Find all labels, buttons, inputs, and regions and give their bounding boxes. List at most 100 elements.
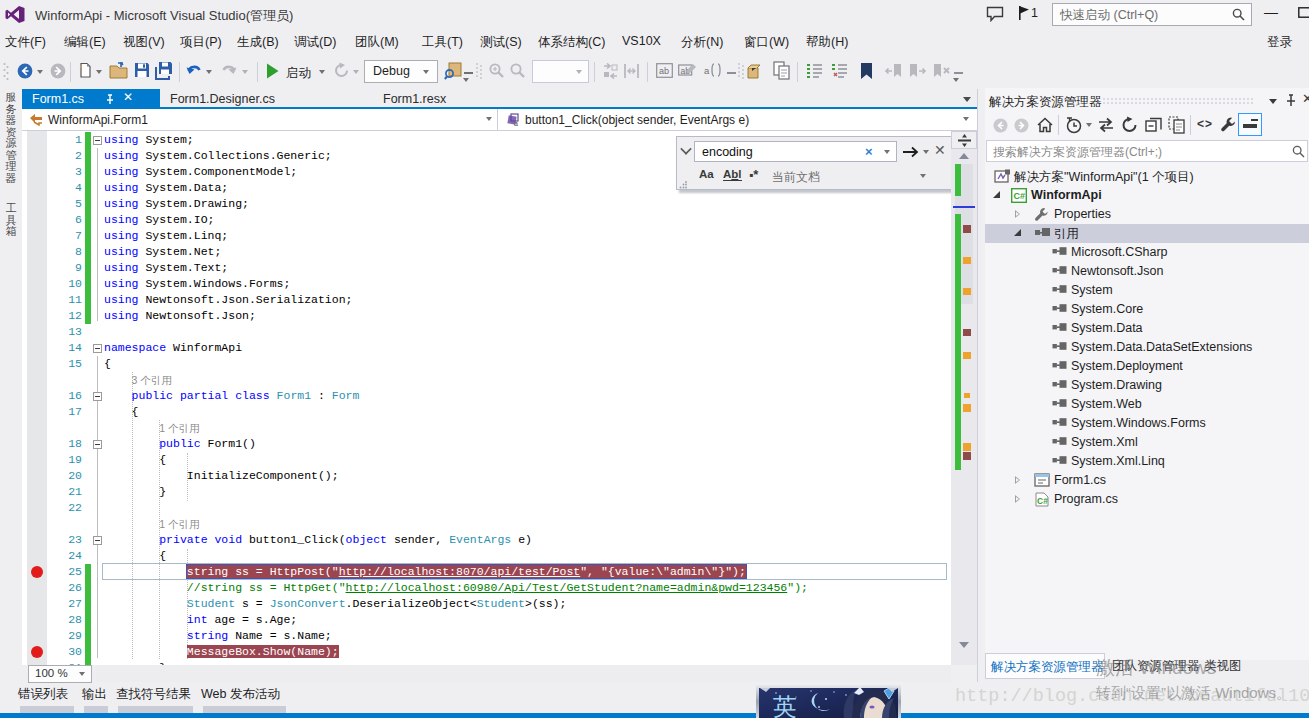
menu-item-1[interactable]: 文件(F) [5, 34, 46, 51]
bottom-tab-2[interactable]: 输出 [82, 686, 107, 703]
code-line-21[interactable]: 21 } [22, 484, 951, 500]
collapsed-arrow-icon[interactable] [1015, 495, 1020, 503]
nav-type-combo[interactable]: WinformApi.Form1 [48, 113, 148, 127]
tree-item-system-deployment[interactable]: System.Deployment [985, 357, 1309, 376]
code-line-30[interactable]: 30 MessageBox.Show(Name); [22, 644, 951, 660]
code-line-11[interactable]: 11using Newtonsoft.Json.Serialization; [22, 292, 951, 308]
menu-item-10[interactable]: 体系结构(C) [538, 34, 605, 51]
tree-item-winformapi[interactable]: C#WinformApi [985, 186, 1309, 205]
breakpoint-dot[interactable] [31, 646, 43, 658]
regex-toggle[interactable]: ▪* [749, 167, 758, 182]
minimize-button[interactable]: — [1264, 4, 1278, 20]
start-dropdown[interactable] [319, 70, 325, 74]
tree-item-system-data-datasetextensions[interactable]: System.Data.DataSetExtensions [985, 338, 1309, 357]
whole-word-toggle[interactable]: Abl [723, 168, 742, 181]
restart-dropdown[interactable] [353, 70, 359, 74]
menu-item-5[interactable]: 生成(B) [237, 34, 279, 51]
tree-item--[interactable]: 引用 [985, 224, 1309, 243]
solution-configurations-combo[interactable]: Debug [364, 60, 438, 83]
horizontal-scrollbar[interactable] [96, 665, 951, 682]
tree-item-system-data[interactable]: System.Data [985, 319, 1309, 338]
close-find-icon[interactable]: ✕ [934, 142, 946, 158]
code-line-16[interactable]: 16 public partial class Form1 : Form [22, 388, 951, 404]
start-debug-icon[interactable] [266, 63, 279, 79]
find-search-input[interactable]: encoding × [694, 141, 897, 162]
navigate-symbols-icon[interactable] [602, 63, 619, 79]
previous-bookmark-icon[interactable] [884, 63, 902, 79]
navigate-forward-icon[interactable] [50, 63, 66, 79]
code-line-13[interactable]: 13 [22, 324, 951, 340]
fold-collapse-box[interactable] [93, 440, 102, 449]
save-icon[interactable] [134, 62, 150, 78]
codelens-references[interactable]: 3 个引用 [132, 374, 172, 388]
zoom-percent-combo[interactable] [532, 60, 589, 83]
start-debug-label[interactable]: 启动 [286, 65, 311, 82]
redo-dropdown[interactable] [242, 70, 248, 74]
open-file-icon[interactable] [109, 62, 129, 80]
code-line-7[interactable]: 7using System.Linq; [22, 228, 951, 244]
quick-launch-input[interactable]: 快速启动 (Ctrl+Q) [1052, 3, 1252, 26]
fold-collapse-box[interactable] [93, 344, 102, 353]
expanded-arrow-icon[interactable] [993, 191, 1000, 198]
close-panel-icon[interactable]: ✕ [1302, 91, 1309, 106]
maximize-button[interactable] [1298, 7, 1309, 18]
clear-bookmarks-icon[interactable] [933, 63, 951, 79]
menu-item-8[interactable]: 工具(T) [422, 34, 463, 51]
find-options-dash[interactable] [464, 72, 473, 74]
tree-item-system-xml[interactable]: System.Xml [985, 433, 1309, 452]
se-properties-icon[interactable] [1220, 116, 1237, 133]
code-line-26[interactable]: 26 //string ss = HttpGet("http://localho… [22, 580, 951, 596]
tab-solution-explorer[interactable]: 解决方案资源管理器 [985, 653, 1105, 679]
fold-collapse-box[interactable] [93, 136, 102, 145]
find-history-dropdown[interactable] [884, 150, 890, 154]
extract-method-icon[interactable]: a [704, 62, 722, 79]
match-case-toggle[interactable]: Aa [699, 168, 714, 180]
undo-dropdown[interactable] [206, 70, 212, 74]
code-line-14[interactable]: 14namespace WinformApi [22, 340, 951, 356]
new-file-dropdown[interactable] [96, 70, 102, 74]
bookmark-icon[interactable] [860, 62, 873, 80]
se-collapse-all-icon[interactable] [1145, 116, 1163, 134]
tree-item-form1-cs[interactable]: Form1.cs [985, 471, 1309, 490]
comment-lines-icon[interactable] [806, 63, 823, 79]
clear-search-icon[interactable]: × [865, 144, 873, 159]
toolbar-overflow-dropdown[interactable] [953, 78, 959, 82]
split-editor-handle[interactable] [951, 131, 977, 149]
match-brace-icon[interactable] [623, 63, 640, 79]
zoom-out-icon[interactable] [510, 63, 526, 79]
se-search-input[interactable]: 搜索解决方案资源管理器(Ctrl+;) [986, 140, 1308, 162]
find-scope-dropdown[interactable] [920, 174, 926, 178]
code-line-10[interactable]: 10using System.Windows.Forms; [22, 276, 951, 292]
menu-item-13[interactable]: 窗口(W) [744, 34, 789, 51]
code-line-8[interactable]: 8using System.Net; [22, 244, 951, 260]
tree-item-system-windows-forms[interactable]: System.Windows.Forms [985, 414, 1309, 433]
new-file-icon[interactable] [77, 62, 93, 78]
pin-icon[interactable] [1285, 94, 1297, 107]
se-preview-selected-button[interactable] [1238, 113, 1262, 136]
tree-item-system-web[interactable]: System.Web [985, 395, 1309, 414]
toolbar-grip-2[interactable] [475, 62, 483, 82]
code-editor[interactable]: 1using System;2using System.Collections.… [22, 131, 951, 665]
nav-type-dropdown[interactable] [486, 117, 492, 121]
se-view-code-icon[interactable]: <> [1197, 117, 1213, 131]
left-tool-tab-1[interactable]: 服务器资源管理器 [0, 92, 22, 184]
save-all-icon[interactable] [154, 61, 174, 80]
find-next-dropdown[interactable] [923, 150, 929, 154]
next-bookmark-icon[interactable] [909, 63, 927, 79]
code-line-15[interactable]: 15{ [22, 356, 951, 372]
pin-icon[interactable] [104, 94, 115, 105]
scroll-up-arrow[interactable] [959, 153, 969, 159]
close-tab-icon[interactable]: ✕ [123, 90, 133, 104]
code-line-23[interactable]: 23 private void button1_Click(object sen… [22, 532, 951, 548]
tab-form1-cs[interactable]: Form1.cs ✕ [22, 89, 160, 109]
collapsed-arrow-icon[interactable] [1015, 210, 1020, 218]
code-line-17[interactable]: 17 { [22, 404, 951, 420]
redo-icon[interactable] [220, 62, 238, 80]
code-line-18[interactable]: 18 public Form1() [22, 436, 951, 452]
menu-item-9[interactable]: 测试(S) [480, 34, 522, 51]
menu-item-7[interactable]: 团队(M) [355, 34, 399, 51]
game-ad-popup[interactable]: 英 [756, 685, 901, 718]
nav-member-combo[interactable]: button1_Click(object sender, EventArgs e… [525, 113, 749, 127]
toolbar-overflow-dash[interactable] [954, 72, 963, 74]
find-dropdown[interactable] [463, 78, 469, 82]
